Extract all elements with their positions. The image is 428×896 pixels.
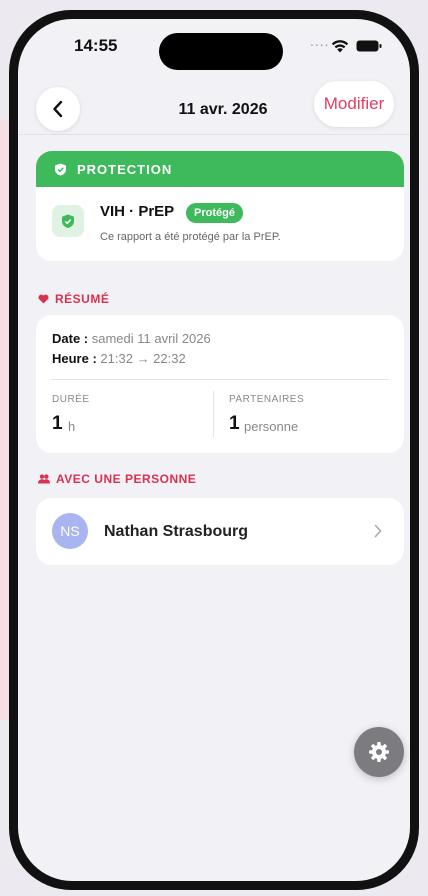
date-row: Date : samedi 11 avril 2026	[52, 331, 211, 346]
status-bar: 14:55 ....	[18, 19, 410, 75]
people-icon	[38, 474, 50, 484]
time-row: Heure : 21:32 → 22:32	[52, 351, 186, 366]
avatar: NS	[52, 513, 88, 549]
summary-card: Date : samedi 11 avril 2026 Heure : 21:3…	[36, 315, 404, 453]
stat-divider	[213, 391, 214, 437]
shield-icon	[55, 163, 66, 175]
date-label: Date :	[52, 331, 89, 346]
person-row[interactable]: NS Nathan Strasbourg	[36, 498, 404, 565]
prep-title: VIH · PrEP	[100, 203, 175, 220]
partners-unit: personne	[244, 419, 299, 434]
edit-button[interactable]: Modifier	[314, 81, 394, 127]
heart-icon	[38, 294, 49, 304]
person-section-title: AVEC UNE PERSONNE	[38, 472, 196, 486]
divider	[52, 379, 388, 380]
partners-label: PARTENAIRES	[229, 394, 305, 405]
dynamic-island	[159, 33, 283, 70]
person-name: Nathan Strasbourg	[104, 523, 249, 540]
screen: 14:55 .... 11 avr. 2026 Modifier PROTECT…	[18, 19, 410, 881]
gear-icon	[369, 742, 389, 762]
chevron-right-icon	[374, 524, 382, 538]
shield-check-icon	[62, 214, 74, 228]
partners-value: 1	[229, 413, 240, 434]
battery-icon	[356, 40, 382, 52]
summary-section-title: RÉSUMÉ	[38, 292, 109, 306]
protection-card: PROTECTION VIH · PrEP Protégé Ce rapport…	[36, 151, 404, 261]
back-button[interactable]	[36, 87, 80, 131]
status-time: 14:55	[74, 36, 118, 55]
time-label: Heure :	[52, 351, 97, 366]
date-value: samedi 11 avril 2026	[91, 331, 211, 346]
prep-description: Ce rapport a été protégé par la PrEP.	[100, 231, 281, 243]
person-section-label: AVEC UNE PERSONNE	[56, 472, 197, 486]
chevron-left-icon	[53, 100, 63, 118]
prep-icon-box	[52, 205, 84, 237]
duration-unit: h	[68, 419, 76, 434]
signal-icon: ....	[310, 33, 330, 49]
protection-header: PROTECTION	[36, 151, 404, 187]
wifi-icon	[331, 40, 349, 53]
duration-value: 1	[52, 413, 63, 434]
time-value: 21:32 → 22:32	[100, 351, 186, 366]
settings-button[interactable]	[354, 727, 404, 777]
page-title: 11 avr. 2026	[178, 101, 268, 118]
protection-header-label: PROTECTION	[77, 161, 173, 177]
protected-badge: Protégé	[186, 203, 243, 223]
duration-label: DURÉE	[52, 394, 90, 405]
summary-section-label: RÉSUMÉ	[55, 292, 110, 306]
navigation-bar: 11 avr. 2026 Modifier	[18, 79, 410, 135]
